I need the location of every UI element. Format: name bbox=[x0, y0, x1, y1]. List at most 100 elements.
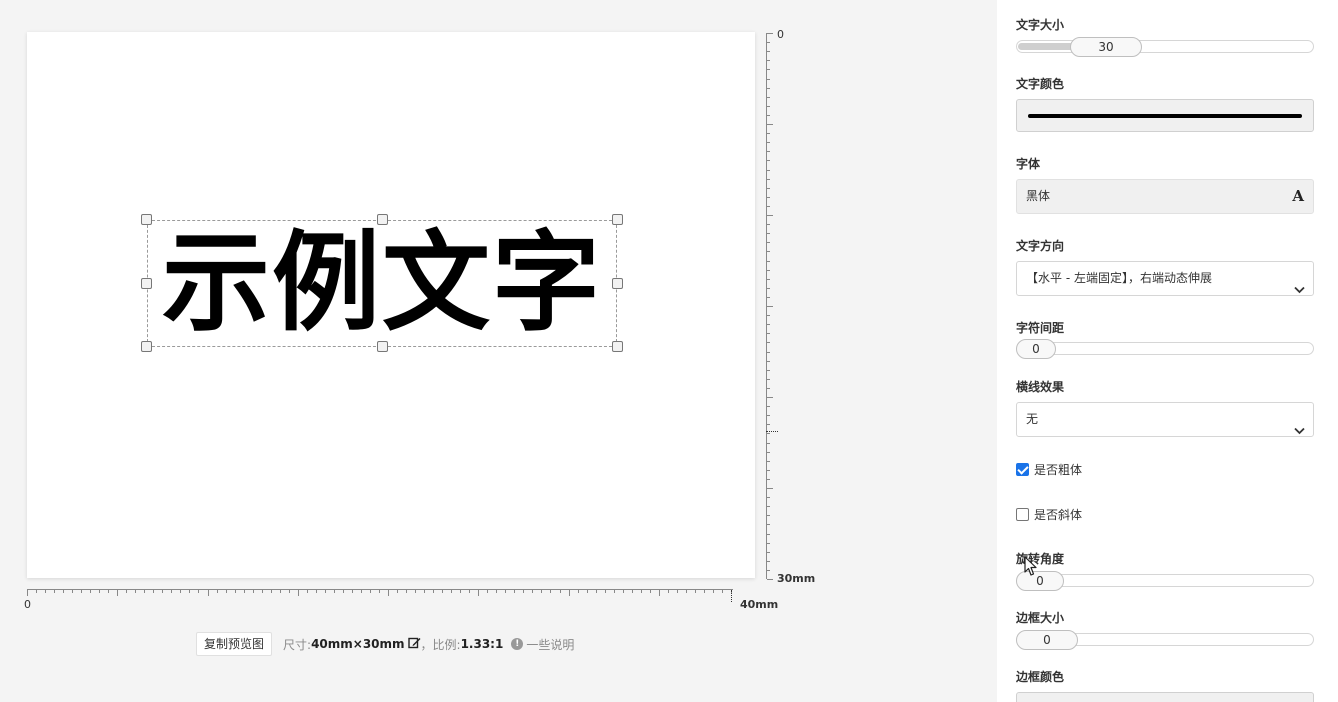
text-direction-label: 文字方向 bbox=[1016, 239, 1065, 253]
horizontal-ruler bbox=[27, 589, 733, 599]
resize-handle-bottom-left[interactable] bbox=[141, 341, 152, 352]
ruler-tick bbox=[767, 333, 770, 334]
ruler-tick bbox=[767, 415, 770, 416]
ruler-tick bbox=[767, 115, 770, 116]
italic-option[interactable]: 是否斜体 bbox=[1016, 506, 1082, 522]
ruler-tick bbox=[767, 452, 770, 453]
ruler-tick bbox=[487, 590, 488, 593]
font-size-slider-fill bbox=[1018, 43, 1078, 50]
size-label: 尺寸: bbox=[283, 637, 312, 652]
label-canvas[interactable]: 示例文字 bbox=[27, 32, 755, 578]
ruler-tick bbox=[343, 590, 344, 593]
ruler-tick bbox=[27, 590, 28, 596]
ruler-tick bbox=[469, 590, 470, 593]
text-color-picker[interactable] bbox=[1016, 99, 1314, 132]
ruler-tick bbox=[505, 590, 506, 593]
ruler-tick bbox=[767, 151, 770, 152]
ruler-tick bbox=[90, 590, 91, 593]
ruler-tick bbox=[208, 590, 209, 596]
ruler-tick bbox=[379, 590, 380, 593]
resize-handle-middle-left[interactable] bbox=[141, 278, 152, 289]
ruler-tick bbox=[767, 497, 770, 498]
ruler-tick bbox=[153, 590, 154, 593]
text-element[interactable]: 示例文字 bbox=[141, 214, 623, 352]
bold-label[interactable]: 是否粗体 bbox=[1034, 461, 1082, 478]
ruler-tick bbox=[614, 590, 615, 593]
resize-handle-middle-right[interactable] bbox=[612, 278, 623, 289]
ruler-tick bbox=[316, 590, 317, 593]
ratio-value: 1.33:1 bbox=[460, 637, 504, 651]
resize-handle-bottom-middle[interactable] bbox=[377, 341, 388, 352]
font-size-slider[interactable]: 30 bbox=[1016, 37, 1314, 57]
resize-handle-top-middle[interactable] bbox=[377, 214, 388, 225]
rotation-slider[interactable]: 0 bbox=[1016, 571, 1314, 591]
italic-checkbox[interactable] bbox=[1016, 507, 1029, 521]
ruler-tick bbox=[460, 590, 461, 593]
ruler-tick bbox=[767, 561, 770, 562]
resize-handle-top-left[interactable] bbox=[141, 214, 152, 225]
info-note[interactable]: 一些说明 bbox=[526, 636, 574, 653]
border-size-slider[interactable]: 0 bbox=[1016, 630, 1314, 650]
ruler-tick bbox=[767, 361, 770, 362]
char-spacing-slider-thumb[interactable]: 0 bbox=[1016, 339, 1056, 359]
ruler-tick bbox=[668, 590, 669, 593]
horizontal-ruler-cursor-marker bbox=[731, 590, 732, 602]
font-family-field[interactable]: 黑体 A bbox=[1016, 179, 1314, 214]
italic-label[interactable]: 是否斜体 bbox=[1034, 506, 1082, 523]
line-effect-select[interactable]: 无 bbox=[1016, 402, 1314, 437]
ruler-tick bbox=[767, 570, 770, 571]
copy-preview-button[interactable]: 复制预览图 bbox=[196, 632, 273, 656]
ruler-tick bbox=[767, 406, 770, 407]
ruler-tick bbox=[767, 242, 770, 243]
ruler-tick bbox=[370, 590, 371, 593]
bold-checkbox[interactable] bbox=[1016, 462, 1029, 476]
ruler-tick bbox=[171, 590, 172, 593]
ruler-tick bbox=[767, 42, 770, 43]
info-bar: 复制预览图 尺寸: 40mm×30mm ，比例: 1.33:1 ! 一些说明 bbox=[196, 632, 574, 656]
ruler-tick bbox=[578, 590, 579, 593]
ruler-tick bbox=[406, 590, 407, 593]
ruler-tick bbox=[767, 433, 770, 434]
sample-text[interactable]: 示例文字 bbox=[148, 229, 616, 338]
ruler-tick bbox=[767, 443, 770, 444]
ruler-tick bbox=[767, 261, 770, 262]
border-color-picker[interactable] bbox=[1016, 692, 1314, 702]
ruler-tick bbox=[767, 388, 770, 389]
ruler-tick bbox=[767, 206, 770, 207]
ruler-tick bbox=[144, 590, 145, 593]
info-icon[interactable]: ! bbox=[511, 638, 524, 650]
ruler-tick bbox=[767, 397, 773, 398]
ruler-tick bbox=[280, 590, 281, 593]
ruler-tick bbox=[271, 590, 272, 593]
bold-option[interactable]: 是否粗体 bbox=[1016, 461, 1082, 477]
ruler-tick bbox=[767, 97, 770, 98]
size-value: 40mm×30mm bbox=[311, 637, 405, 651]
ruler-tick bbox=[307, 590, 308, 593]
ruler-tick bbox=[180, 590, 181, 593]
ruler-tick bbox=[767, 515, 770, 516]
ratio-label: ，比例: bbox=[420, 637, 461, 652]
resize-handle-bottom-right[interactable] bbox=[612, 341, 623, 352]
ruler-tick bbox=[767, 251, 770, 252]
ruler-tick bbox=[767, 534, 770, 535]
char-spacing-slider[interactable]: 0 bbox=[1016, 339, 1314, 359]
ruler-tick bbox=[54, 590, 55, 593]
ruler-tick bbox=[767, 270, 770, 271]
ruler-tick bbox=[632, 590, 633, 593]
ruler-tick bbox=[767, 488, 773, 489]
ruler-tick bbox=[695, 590, 696, 593]
font-size-slider-thumb[interactable]: 30 bbox=[1070, 37, 1142, 57]
border-size-slider-thumb[interactable]: 0 bbox=[1016, 630, 1078, 650]
ruler-tick bbox=[767, 506, 770, 507]
ruler-tick bbox=[767, 370, 770, 371]
edit-icon[interactable] bbox=[407, 636, 421, 652]
font-icon[interactable]: A bbox=[1292, 180, 1304, 213]
ruler-tick bbox=[767, 88, 770, 89]
resize-handle-top-right[interactable] bbox=[612, 214, 623, 225]
ruler-tick bbox=[162, 590, 163, 593]
text-direction-select[interactable]: 【水平 - 左端固定】，右端动态伸展 bbox=[1016, 261, 1314, 296]
ruler-tick bbox=[767, 579, 773, 580]
ruler-tick bbox=[541, 590, 542, 593]
text-color-label: 文字颜色 bbox=[1016, 77, 1065, 91]
ruler-tick bbox=[560, 590, 561, 593]
